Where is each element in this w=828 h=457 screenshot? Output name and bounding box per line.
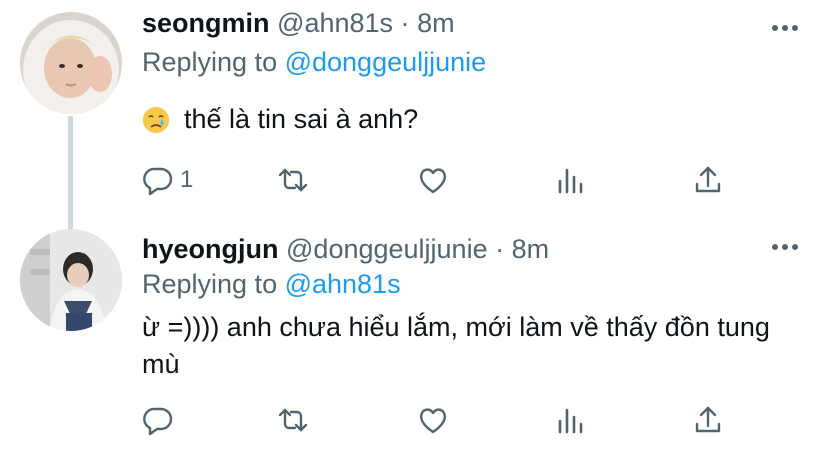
views-button[interactable] (554, 403, 586, 437)
timestamp[interactable]: 8m (512, 234, 550, 264)
more-icon[interactable] (772, 242, 798, 252)
retweet-icon (278, 168, 308, 192)
tweet[interactable]: hyeongjun @donggeuljjunie · 8m Replying … (0, 212, 828, 457)
replying-to: Replying to @ahn81s (142, 269, 401, 300)
views-button[interactable] (554, 163, 586, 197)
separator-dot: · (495, 234, 505, 264)
tweet-header: seongmin @ahn81s · 8m (142, 8, 455, 39)
tweet[interactable]: seongmin @ahn81s · 8m Replying to @dongg… (0, 0, 828, 234)
retweet-button[interactable] (277, 403, 309, 437)
display-name[interactable]: seongmin (142, 8, 270, 38)
tweet-text: ừ =)))) anh chưa hiểu lắm, mới làm về th… (142, 312, 770, 379)
separator-dot: · (400, 8, 410, 38)
tweet-header: hyeongjun @donggeuljjunie · 8m (142, 234, 549, 265)
reply-button[interactable]: 1 (142, 163, 193, 197)
replying-prefix: Replying to (142, 269, 285, 299)
like-button[interactable] (417, 403, 449, 437)
handle[interactable]: @ahn81s (277, 8, 393, 38)
like-button[interactable] (417, 163, 449, 197)
mention-link[interactable]: @ahn81s (285, 269, 401, 299)
retweet-icon (278, 408, 308, 432)
display-name[interactable]: hyeongjun (142, 234, 279, 264)
timestamp[interactable]: 8m (417, 8, 455, 38)
reply-icon (143, 407, 173, 436)
like-icon (419, 408, 447, 434)
views-icon (558, 408, 583, 434)
retweet-button[interactable] (277, 163, 309, 197)
tweet-text: thế là tin sai à anh? (142, 101, 418, 138)
replying-prefix: Replying to (142, 47, 285, 77)
share-button[interactable] (692, 403, 724, 437)
action-bar: 1 (142, 163, 742, 197)
reply-button[interactable] (142, 403, 180, 437)
action-bar (142, 403, 742, 437)
more-icon[interactable] (772, 23, 798, 33)
views-icon (558, 168, 583, 194)
crying-face-emoji (143, 106, 169, 133)
tweet-text-content: thế là tin sai à anh? (184, 104, 419, 134)
replying-to: Replying to @donggeuljjunie (142, 47, 486, 78)
share-icon (695, 166, 721, 193)
handle[interactable]: @donggeuljjunie (286, 234, 488, 264)
mention-link[interactable]: @donggeuljjunie (285, 47, 487, 77)
avatar[interactable] (20, 12, 122, 114)
share-icon (695, 406, 721, 433)
share-button[interactable] (692, 163, 724, 197)
reply-count: 1 (180, 166, 194, 193)
reply-icon (143, 167, 173, 196)
like-icon (419, 168, 447, 194)
avatar[interactable] (20, 229, 122, 331)
